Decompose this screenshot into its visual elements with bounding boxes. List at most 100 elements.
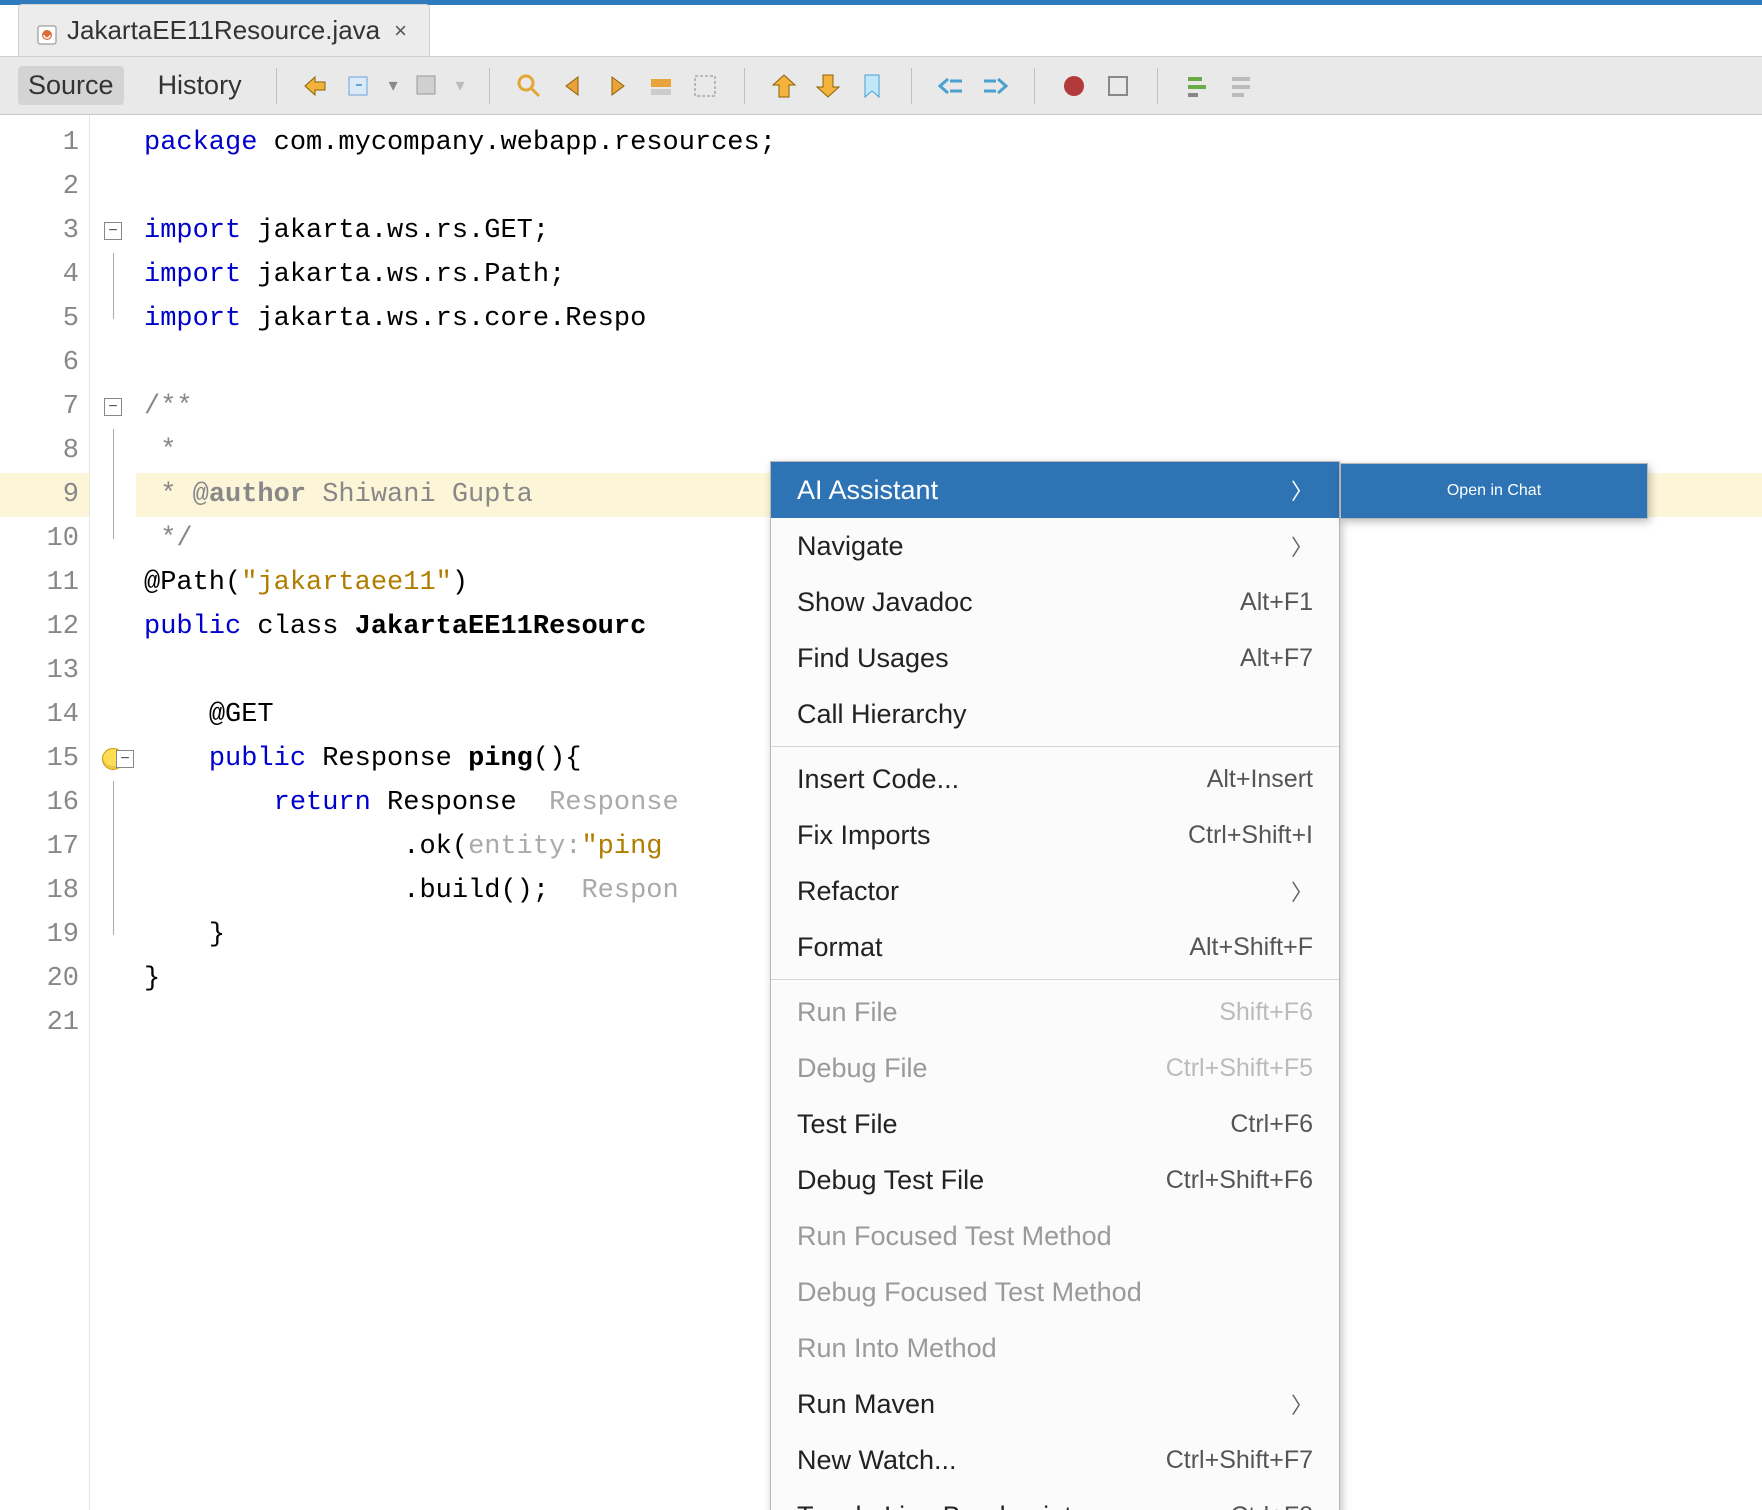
- line-number: 2: [0, 165, 89, 209]
- code-token: import: [144, 304, 241, 334]
- line-number-gutter: 1 2 3 4 5 6 7 8 9 10 11 12 13 14 15 16 1…: [0, 115, 90, 1510]
- menu-item-test-file[interactable]: Test File Ctrl+F6: [771, 1096, 1339, 1152]
- code-token: * @: [144, 480, 209, 510]
- macro-record-icon[interactable]: [1059, 71, 1089, 101]
- menu-shortcut: Ctrl+Shift+I: [1188, 821, 1313, 850]
- code-token: Shiwani Gupta: [306, 480, 533, 510]
- inline-hint: Respon: [565, 876, 678, 906]
- fold-toggle-icon[interactable]: −: [104, 222, 122, 240]
- line-number: 5: [0, 297, 89, 341]
- menu-item-insert-code[interactable]: Insert Code... Alt+Insert: [771, 751, 1339, 807]
- toolbar-separator: [489, 68, 490, 104]
- line-number: 6: [0, 341, 89, 385]
- forward-edit-icon[interactable]: [345, 71, 375, 101]
- toolbar-icon-group-6: [1182, 71, 1256, 101]
- menu-item-debug-test-file[interactable]: Debug Test File Ctrl+Shift+F6: [771, 1152, 1339, 1208]
- find-prev-icon[interactable]: [558, 71, 588, 101]
- menu-item-find-usages[interactable]: Find Usages Alt+F7: [771, 630, 1339, 686]
- fold-toggle-icon[interactable]: −: [104, 398, 122, 416]
- inline-hint: Response: [533, 788, 679, 818]
- uncomment-icon[interactable]: [1226, 71, 1256, 101]
- menu-shortcut: Alt+Shift+F: [1189, 933, 1313, 962]
- line-number: 17: [0, 825, 89, 869]
- line-number: 19: [0, 913, 89, 957]
- toolbar-separator: [911, 68, 912, 104]
- line-number: 14: [0, 693, 89, 737]
- code-token: public: [144, 612, 241, 642]
- menu-item-label: Run Maven: [797, 1389, 935, 1420]
- code-token: JakartaEE11Resourc: [355, 612, 647, 642]
- selection-icon[interactable]: [412, 71, 442, 101]
- code-token: ping: [468, 744, 533, 774]
- code-token: }: [144, 964, 160, 994]
- dropdown-caret-icon[interactable]: ▾: [389, 75, 398, 96]
- menu-item-fix-imports[interactable]: Fix Imports Ctrl+Shift+I: [771, 807, 1339, 863]
- prev-bookmark-icon[interactable]: [769, 71, 799, 101]
- menu-item-label: Fix Imports: [797, 820, 931, 851]
- menu-item-format[interactable]: Format Alt+Shift+F: [771, 919, 1339, 975]
- ai-assistant-submenu: Open in Chat: [1340, 463, 1648, 519]
- line-number: 10: [0, 517, 89, 561]
- editor-tab-filename: JakartaEE11Resource.java: [67, 15, 380, 46]
- toggle-bookmark-icon[interactable]: [857, 71, 887, 101]
- line-number: 20: [0, 957, 89, 1001]
- menu-item-label: Refactor: [797, 876, 899, 907]
- editor-context-menu: AI Assistant 〉 Navigate 〉 Show Javadoc A…: [770, 461, 1340, 1510]
- find-icon[interactable]: [514, 71, 544, 101]
- code-token: @Path(: [144, 568, 241, 598]
- submenu-item-open-in-chat[interactable]: Open in Chat: [1341, 464, 1647, 518]
- chevron-right-icon: 〉: [1291, 1388, 1313, 1420]
- menu-item-label: Toggle Line Breakpoint: [797, 1501, 1072, 1510]
- last-edit-icon[interactable]: [301, 71, 331, 101]
- menu-separator: [771, 746, 1339, 747]
- menu-item-run-maven[interactable]: Run Maven 〉: [771, 1376, 1339, 1432]
- menu-item-label: Insert Code...: [797, 764, 959, 795]
- toolbar-separator: [1034, 68, 1035, 104]
- menu-item-show-javadoc[interactable]: Show Javadoc Alt+F1: [771, 574, 1339, 630]
- menu-shortcut: Shift+F6: [1219, 998, 1313, 1027]
- menu-item-label: Debug Focused Test Method: [797, 1277, 1142, 1308]
- menu-item-label: Run Into Method: [797, 1333, 997, 1364]
- macro-stop-icon[interactable]: [1103, 71, 1133, 101]
- menu-item-label: Run Focused Test Method: [797, 1221, 1112, 1252]
- line-number: 4: [0, 253, 89, 297]
- comment-icon[interactable]: [1182, 71, 1212, 101]
- menu-item-debug-file: Debug File Ctrl+Shift+F5: [771, 1040, 1339, 1096]
- menu-item-label: Show Javadoc: [797, 587, 973, 618]
- code-token: "jakartaee11": [241, 568, 452, 598]
- find-next-icon[interactable]: [602, 71, 632, 101]
- toolbar-icon-group-1: ▾ ▾: [301, 71, 465, 101]
- editor-tab[interactable]: JakartaEE11Resource.java ×: [18, 4, 430, 56]
- code-token: import: [144, 260, 241, 290]
- shift-right-icon[interactable]: [980, 71, 1010, 101]
- menu-item-run-into: Run Into Method: [771, 1320, 1339, 1376]
- menu-item-new-watch[interactable]: New Watch... Ctrl+Shift+F7: [771, 1432, 1339, 1488]
- dropdown-caret-icon[interactable]: ▾: [456, 75, 465, 96]
- menu-shortcut: Ctrl+Shift+F7: [1166, 1446, 1313, 1475]
- toolbar-icon-group-2: [514, 71, 720, 101]
- menu-item-label: Run File: [797, 997, 898, 1028]
- close-icon[interactable]: ×: [390, 18, 411, 44]
- toolbar-icon-group-5: [1059, 71, 1133, 101]
- menu-item-call-hierarchy[interactable]: Call Hierarchy: [771, 686, 1339, 742]
- menu-item-navigate[interactable]: Navigate 〉: [771, 518, 1339, 574]
- highlight-icon[interactable]: [646, 71, 676, 101]
- fold-toggle-icon[interactable]: −: [116, 750, 134, 768]
- code-token: author: [209, 480, 306, 510]
- menu-item-toggle-breakpoint[interactable]: Toggle Line Breakpoint Ctrl+F8: [771, 1488, 1339, 1510]
- history-view-button[interactable]: History: [148, 66, 252, 105]
- menu-shortcut: Ctrl+F6: [1230, 1110, 1313, 1139]
- shift-left-icon[interactable]: [936, 71, 966, 101]
- code-token: */: [144, 524, 193, 554]
- menu-item-ai-assistant[interactable]: AI Assistant 〉: [771, 462, 1339, 518]
- code-editor[interactable]: 1 2 3 4 5 6 7 8 9 10 11 12 13 14 15 16 1…: [0, 115, 1762, 1510]
- code-token: Response: [371, 788, 533, 818]
- menu-item-label: Find Usages: [797, 643, 949, 674]
- toggle-rect-icon[interactable]: [690, 71, 720, 101]
- next-bookmark-icon[interactable]: [813, 71, 843, 101]
- menu-item-refactor[interactable]: Refactor 〉: [771, 863, 1339, 919]
- source-view-button[interactable]: Source: [18, 66, 124, 105]
- code-token: jakarta.ws.rs.Path;: [241, 260, 565, 290]
- toolbar-separator: [1157, 68, 1158, 104]
- chevron-right-icon: 〉: [1291, 474, 1313, 506]
